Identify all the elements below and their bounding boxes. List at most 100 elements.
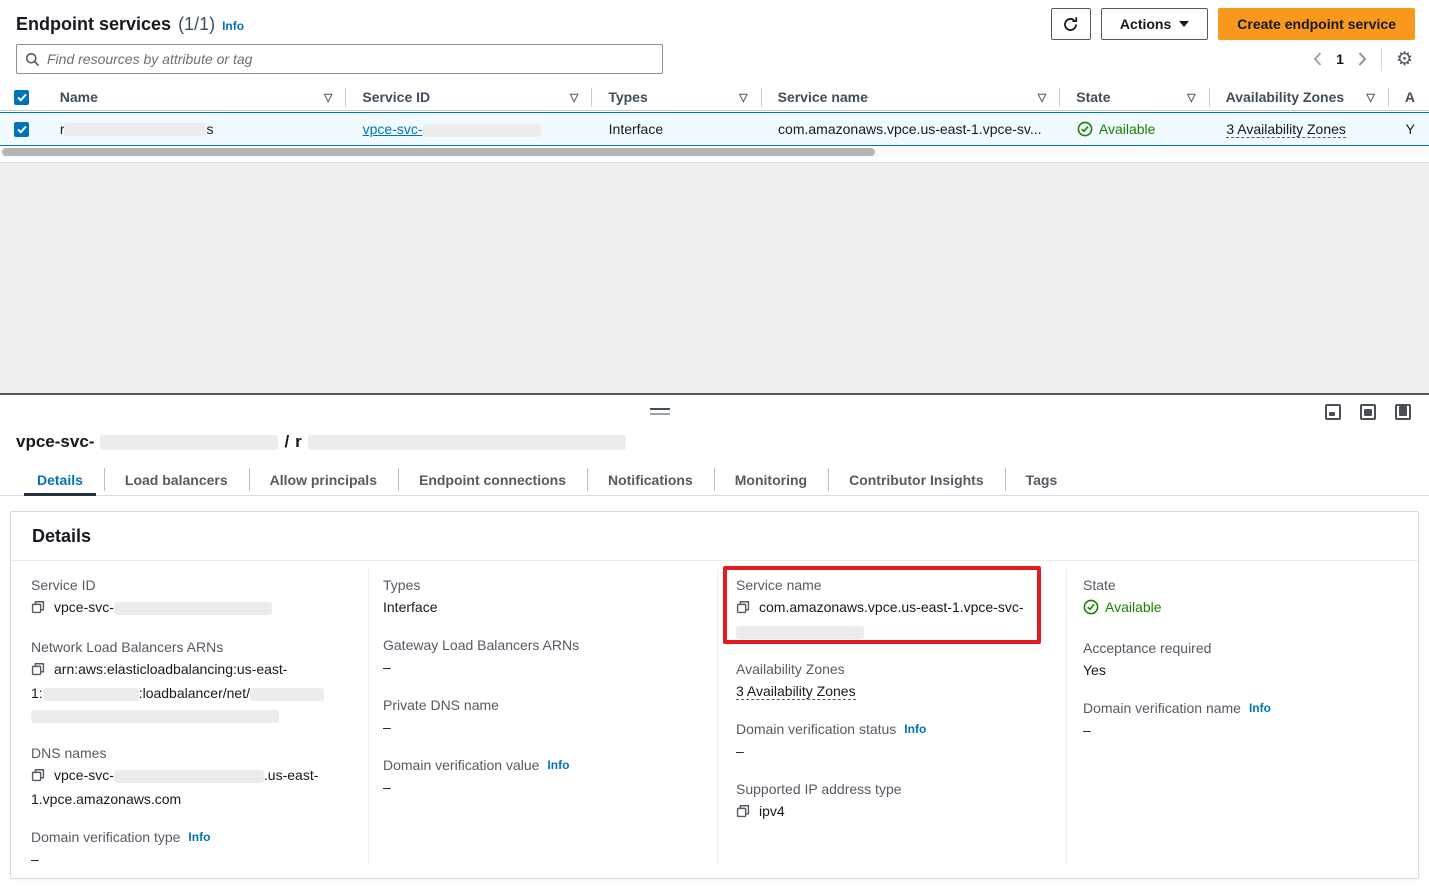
column-header-types[interactable]: Types ▽ (592, 84, 761, 110)
field-availability-zones: Availability Zones 3 Availability Zones (736, 658, 1066, 702)
field-domain-verification-type: Domain verification type Info – (31, 826, 361, 870)
availability-zones-popover-link[interactable]: 3 Availability Zones (1226, 121, 1346, 138)
tab-allow-principals[interactable]: Allow principals (249, 464, 398, 495)
filter-icon[interactable]: ▽ (324, 91, 332, 104)
tab-monitoring[interactable]: Monitoring (714, 464, 828, 495)
redacted-text (100, 435, 278, 450)
column-header-state[interactable]: State ▽ (1060, 84, 1209, 110)
chevron-down-icon (1179, 21, 1189, 27)
copy-icon[interactable] (31, 660, 45, 682)
select-all-checkbox[interactable] (14, 90, 29, 105)
header-info-link[interactable]: Info (222, 19, 244, 33)
current-page-number[interactable]: 1 (1336, 51, 1344, 67)
field-domain-verification-status: Domain verification status Info – (736, 718, 1066, 762)
row-service-name-cell: com.amazonaws.vpce.us-east-1.vpce-sv... (762, 113, 1061, 145)
row-select-cell (0, 113, 44, 145)
row-state-cell: Available (1061, 113, 1210, 145)
column-header-acceptance-cutoff[interactable]: A (1389, 84, 1429, 110)
split-panel-border (0, 393, 1429, 395)
column-divider (368, 569, 369, 864)
copy-icon[interactable] (736, 598, 750, 620)
actions-button-label: Actions (1120, 16, 1171, 32)
service-id-link[interactable]: vpce-svc- (363, 121, 541, 137)
status-badge: Available (1083, 596, 1162, 618)
row-types-cell: Interface (593, 113, 762, 145)
select-all-cell (0, 84, 44, 110)
field-acceptance-required: Acceptance required Yes (1083, 637, 1413, 681)
table-header: Name ▽ Service ID ▽ Types ▽ Service name… (0, 84, 1429, 111)
actions-button[interactable]: Actions (1101, 8, 1208, 40)
pagination: 1 ⚙ (1313, 44, 1413, 74)
details-card-heading: Details (11, 512, 1418, 561)
field-domain-verification-name: Domain verification name Info – (1083, 697, 1413, 741)
filter-icon[interactable]: ▽ (1187, 91, 1195, 104)
field-glb-arns: Gateway Load Balancers ARNs – (383, 634, 713, 678)
page-title-text: Endpoint services (16, 14, 171, 35)
column-header-service-id[interactable]: Service ID ▽ (346, 84, 592, 110)
endpoint-services-page: Endpoint services (1/1) Info Actions Cre… (0, 0, 1429, 886)
filter-icon[interactable]: ▽ (1366, 91, 1374, 104)
details-column-2: Types Interface Gateway Load Balancers A… (383, 574, 713, 814)
next-page-button[interactable] (1358, 52, 1367, 66)
refresh-button[interactable] (1051, 8, 1091, 40)
table-row[interactable]: r s vpce-svc- Interface com.amazonaws.vp… (0, 112, 1429, 146)
pager-divider (1381, 48, 1382, 70)
table-settings-gear-icon[interactable]: ⚙ (1396, 50, 1413, 69)
copy-icon[interactable] (31, 598, 45, 620)
page-header: Endpoint services (1/1) Info Actions Cre… (16, 6, 1415, 42)
scrollbar-thumb[interactable] (2, 148, 875, 156)
check-circle-icon (1077, 121, 1093, 137)
field-service-id: Service ID vpce-svc- (31, 574, 361, 620)
info-link[interactable]: Info (188, 826, 210, 848)
panel-size-large-icon[interactable] (1395, 404, 1411, 420)
filter-icon[interactable]: ▽ (570, 91, 578, 104)
redacted-text (250, 688, 324, 701)
row-acceptance-cell: Y (1390, 113, 1429, 145)
redacted-text (308, 435, 626, 450)
field-supported-ip-address-type: Supported IP address type ipv4 (736, 778, 1066, 824)
redacted-text (43, 688, 139, 701)
refresh-icon (1062, 16, 1079, 33)
info-link[interactable]: Info (547, 754, 569, 776)
panel-size-medium-icon[interactable] (1360, 404, 1376, 420)
column-header-availability-zones[interactable]: Availability Zones ▽ (1210, 84, 1389, 110)
previous-page-button[interactable] (1313, 52, 1322, 66)
info-link[interactable]: Info (1249, 697, 1271, 719)
check-circle-icon (1083, 599, 1099, 615)
search-input[interactable] (47, 51, 654, 67)
field-private-dns-name: Private DNS name – (383, 694, 713, 738)
empty-table-area (0, 162, 1429, 393)
column-header-name[interactable]: Name ▽ (44, 84, 347, 110)
column-divider (1066, 569, 1067, 864)
filter-icon[interactable]: ▽ (1038, 91, 1046, 104)
copy-icon[interactable] (736, 802, 750, 824)
field-state: State Available (1083, 574, 1413, 621)
availability-zones-popover-link[interactable]: 3 Availability Zones (736, 683, 856, 700)
redacted-text (114, 602, 272, 615)
field-dns-names: DNS names vpce-svc-.us-east- 1.vpce.amaz… (31, 742, 361, 810)
redacted-text (736, 626, 864, 639)
details-column-3: Service name com.amazonaws.vpce.us-east-… (736, 574, 1066, 840)
tab-contributor-insights[interactable]: Contributor Insights (828, 464, 1005, 495)
panel-size-controls (1325, 404, 1411, 420)
tab-notifications[interactable]: Notifications (587, 464, 714, 495)
tab-tags[interactable]: Tags (1005, 464, 1079, 495)
info-link[interactable]: Info (904, 718, 926, 740)
tab-endpoint-connections[interactable]: Endpoint connections (398, 464, 587, 495)
redacted-text (64, 123, 206, 136)
column-header-service-name[interactable]: Service name ▽ (762, 84, 1061, 110)
redacted-text (114, 770, 264, 783)
tab-details[interactable]: Details (16, 464, 104, 495)
row-checkbox[interactable] (14, 122, 29, 137)
create-endpoint-service-button[interactable]: Create endpoint service (1218, 8, 1415, 40)
panel-size-small-icon[interactable] (1325, 404, 1341, 420)
copy-icon[interactable] (31, 766, 45, 788)
horizontal-scrollbar[interactable] (0, 147, 1429, 157)
column-divider (717, 569, 718, 864)
redacted-text (31, 710, 279, 723)
details-card-body: Service ID vpce-svc- Network Load Balanc… (11, 561, 1418, 878)
field-nlb-arns: Network Load Balancers ARNs arn:aws:elas… (31, 636, 361, 726)
split-panel-drag-handle[interactable] (650, 408, 670, 418)
tab-load-balancers[interactable]: Load balancers (104, 464, 249, 495)
filter-icon[interactable]: ▽ (739, 91, 747, 104)
